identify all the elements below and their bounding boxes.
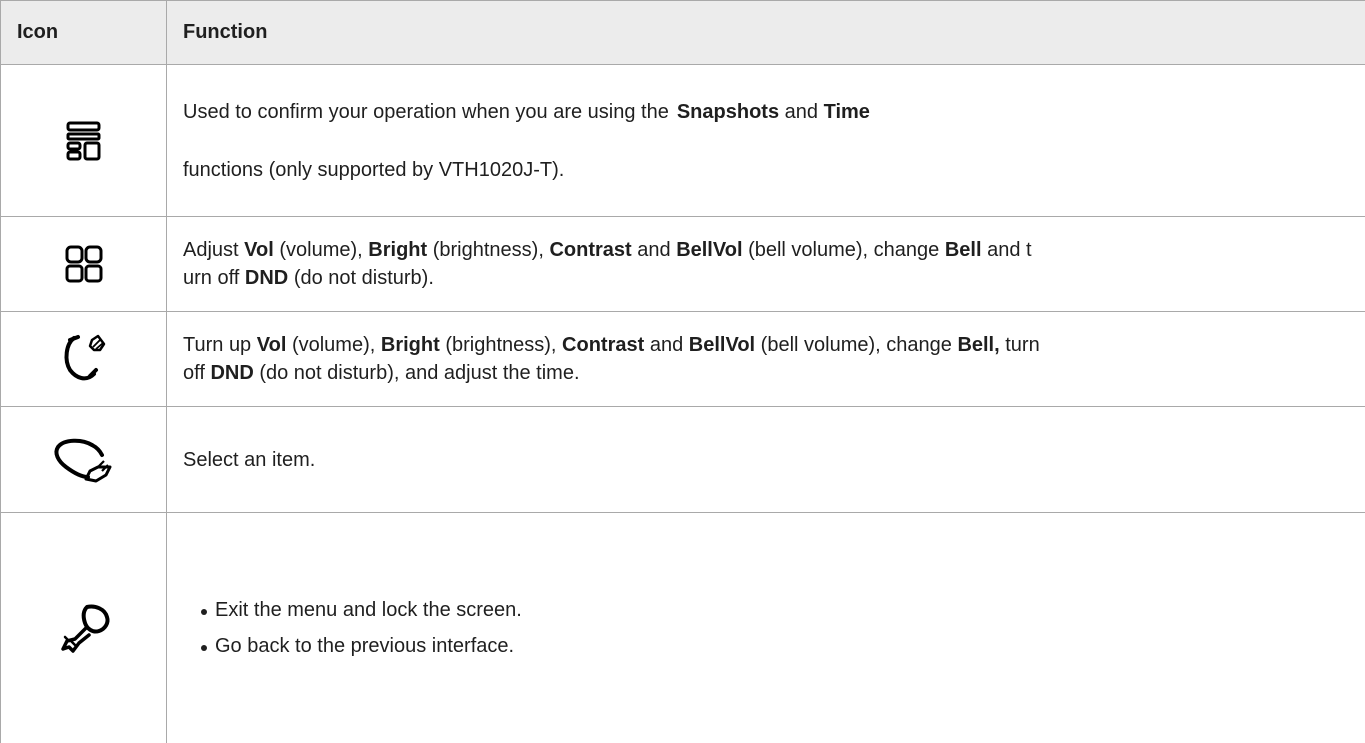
bold-term: Vol	[244, 239, 274, 261]
icon-function-table: Icon Function Used to confirm your opera…	[0, 0, 1365, 743]
text-fragment: off	[183, 362, 205, 384]
text-fragment: and	[650, 334, 683, 356]
bold-term: Bell	[945, 239, 982, 261]
text-fragment: and	[785, 101, 818, 123]
table-row: Turn up Vol (volume), Bright (brightness…	[1, 312, 1365, 407]
function-text: functions (only supported by VTH1020J-T)…	[183, 156, 1359, 184]
handset-bell-icon	[60, 334, 108, 384]
back-key-icon	[57, 601, 111, 655]
function-text: Select an item.	[183, 449, 315, 471]
icon-cell	[1, 65, 167, 217]
text-fragment: Turn up	[183, 334, 251, 356]
handset-hook-icon	[52, 437, 116, 483]
bold-term: Bright	[381, 334, 440, 356]
text-fragment: (bell volume), change	[761, 334, 952, 356]
icon-cell	[1, 312, 167, 407]
table-row: Used to confirm your operation when you …	[1, 65, 1365, 217]
four-squares-icon	[64, 244, 104, 284]
function-cell: Exit the menu and lock the screen. Go ba…	[167, 513, 1365, 743]
bold-term: DND	[210, 362, 253, 384]
icon-cell	[1, 217, 167, 312]
bold-term: Vol	[257, 334, 287, 356]
bold-term: Contrast	[562, 334, 644, 356]
table-row: Select an item.	[1, 407, 1365, 513]
text-fragment: (volume),	[279, 239, 362, 261]
text-fragment: (brightness),	[445, 334, 556, 356]
text-fragment: (volume),	[292, 334, 375, 356]
bold-term: Bell,	[957, 334, 999, 356]
text-fragment: (do not disturb), and adjust the time.	[259, 362, 579, 384]
table-header-row: Icon Function	[1, 1, 1365, 65]
text-fragment: and	[637, 239, 670, 261]
menu-layout-icon	[64, 121, 104, 161]
bold-term: Contrast	[549, 239, 631, 261]
icon-cell	[1, 407, 167, 513]
list-item: Go back to the previous interface.	[203, 632, 1359, 660]
bold-term: Snapshots	[677, 101, 779, 123]
bold-term: Bright	[368, 239, 427, 261]
text-fragment: and t	[987, 239, 1031, 261]
function-cell: Turn up Vol (volume), Bright (brightness…	[167, 312, 1365, 407]
function-bullet-list: Exit the menu and lock the screen. Go ba…	[183, 596, 1359, 660]
bold-term: BellVol	[676, 239, 742, 261]
table-row: Adjust Vol (volume), Bright (brightness)…	[1, 217, 1365, 312]
table-row: Exit the menu and lock the screen. Go ba…	[1, 513, 1365, 743]
function-text: Used to confirm your operation when you …	[183, 98, 1359, 126]
text-fragment: (brightness),	[433, 239, 544, 261]
function-column-header: Function	[167, 1, 1365, 65]
bold-term: DND	[245, 267, 288, 289]
text-fragment: Used to confirm your operation when you …	[183, 101, 669, 123]
text-fragment: functions (only supported by VTH1020J-T)…	[183, 159, 564, 181]
icon-cell	[1, 513, 167, 743]
function-cell: Used to confirm your operation when you …	[167, 65, 1365, 217]
icon-column-header: Icon	[1, 1, 167, 65]
function-cell: Select an item.	[167, 407, 1365, 513]
text-fragment: (bell volume), change	[748, 239, 939, 261]
bold-term: BellVol	[689, 334, 755, 356]
bold-term: Time	[824, 101, 870, 123]
text-fragment: urn off	[183, 267, 239, 289]
list-item: Exit the menu and lock the screen.	[203, 596, 1359, 624]
text-fragment: Adjust	[183, 239, 239, 261]
function-cell: Adjust Vol (volume), Bright (brightness)…	[167, 217, 1365, 312]
text-fragment: turn	[1005, 334, 1039, 356]
text-fragment: (do not disturb).	[294, 267, 434, 289]
